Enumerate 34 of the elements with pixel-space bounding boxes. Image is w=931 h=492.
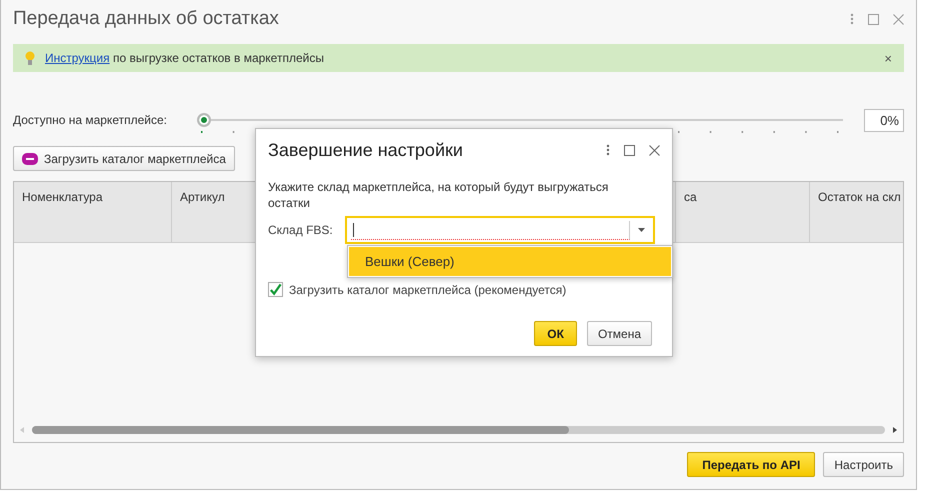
maximize-icon[interactable] — [868, 14, 879, 24]
dropdown-icon[interactable] — [638, 228, 645, 232]
more-icon[interactable] — [850, 13, 854, 25]
close-icon[interactable] — [649, 144, 660, 156]
load-catalog-button[interactable]: Загрузить каталог маркетплейса — [13, 146, 235, 171]
configure-button[interactable]: Настроить — [823, 452, 904, 477]
send-api-button[interactable]: Передать по API — [687, 452, 816, 477]
prompt-text: Укажите склад маркетплейса, на который будут выгружаться остатки — [268, 179, 610, 211]
availability-label: Доступно на маркетплейсе: — [13, 113, 168, 127]
dropdown-option[interactable]: Вешки (Север) — [349, 247, 671, 276]
column-header[interactable]: Номенклатура — [22, 190, 103, 204]
column-header[interactable]: Остаток на скл — [818, 190, 901, 204]
maximize-icon[interactable] — [624, 144, 635, 156]
scroll-left-icon — [20, 427, 24, 433]
warehouse-field[interactable] — [345, 216, 655, 244]
ok-button[interactable]: ОК — [534, 321, 577, 346]
checkbox[interactable] — [268, 282, 283, 297]
instruction-link[interactable]: Инструкция — [45, 51, 110, 65]
wb-logo-icon — [22, 152, 38, 164]
close-icon[interactable] — [893, 14, 904, 24]
warehouse-label: Склад FBS: — [268, 223, 334, 237]
slider-thumb[interactable] — [197, 113, 211, 127]
dialog-title: Завершение настройки — [268, 140, 463, 160]
banner-text: Инструкция по выгрузке остатков в маркетплейсы — [45, 51, 324, 65]
column-header[interactable]: Артикул — [180, 190, 225, 204]
window-title: Передача данных об остатках — [13, 8, 279, 30]
cancel-button[interactable]: Отмена — [586, 321, 652, 346]
scroll-right-icon — [893, 427, 897, 433]
percent-field[interactable]: 0% — [864, 108, 904, 132]
lightbulb-icon — [25, 50, 35, 66]
more-icon[interactable] — [606, 144, 610, 156]
checkbox-label: Загрузить каталог маркетплейса (рекомендуется) — [289, 282, 566, 296]
column-header[interactable]: са — [684, 190, 697, 204]
close-banner-button[interactable]: × — [884, 50, 892, 66]
